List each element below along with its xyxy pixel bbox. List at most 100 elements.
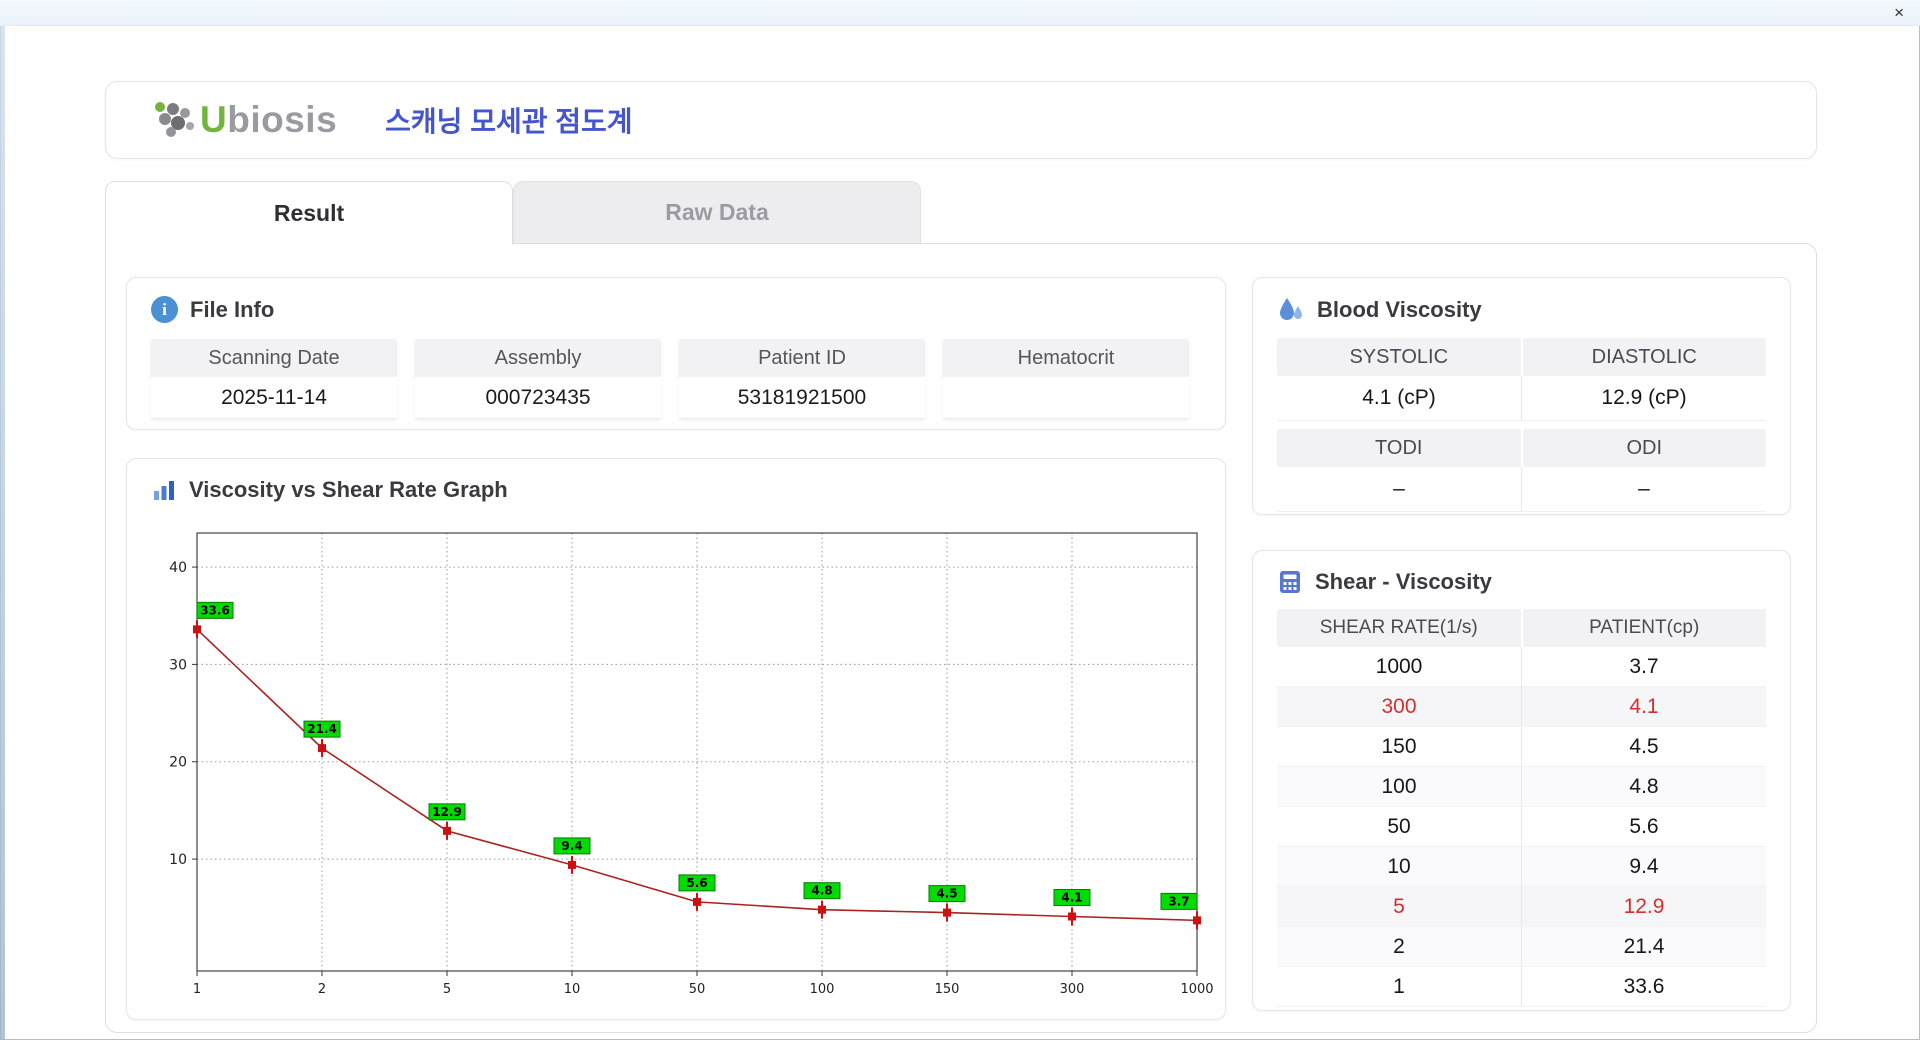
svg-text:3.7: 3.7 — [1168, 894, 1189, 908]
field-label: Hematocrit — [943, 339, 1189, 377]
shear-viscosity-card: Shear - Viscosity SHEAR RATE(1/s) PATIEN… — [1252, 550, 1791, 1011]
patient-viscosity-value: 9.4 — [1521, 847, 1766, 886]
blood-viscosity-table: SYSTOLIC DIASTOLIC 4.1 (cP) 12.9 (cP) TO… — [1277, 338, 1766, 512]
svg-text:5.6: 5.6 — [686, 876, 707, 890]
tab-raw-data[interactable]: Raw Data — [513, 181, 921, 243]
window-titlebar: × — [0, 0, 1920, 26]
diastolic-value: 12.9 (cP) — [1521, 376, 1766, 420]
patient-viscosity-value: 4.8 — [1521, 767, 1766, 806]
systolic-value: 4.1 (cP) — [1362, 386, 1436, 409]
ubiosis-logo: Ubiosis — [150, 99, 337, 141]
patient-viscosity-value: 4.5 — [1521, 727, 1766, 766]
odi-value: – — [1521, 467, 1766, 511]
file-info-title: File Info — [190, 296, 275, 322]
todi-value: – — [1393, 477, 1405, 500]
field-label: Scanning Date — [151, 339, 397, 377]
shear-rate-column-header: SHEAR RATE(1/s) — [1277, 609, 1521, 647]
svg-text:9.4: 9.4 — [561, 839, 582, 853]
shear-rate-value: 10 — [1387, 854, 1411, 878]
shear-rate-value: 2 — [1393, 934, 1405, 958]
logo-text-u: U — [200, 99, 228, 140]
svg-text:150: 150 — [935, 982, 960, 997]
tab-result[interactable]: Result — [105, 181, 513, 245]
bar-chart-icon — [154, 481, 174, 500]
svg-text:5: 5 — [443, 982, 451, 997]
shear-viscosity-row: 10 9.4 — [1277, 847, 1766, 887]
info-icon: i — [151, 296, 178, 323]
field-scanning-date: Scanning Date 2025-11-14 — [151, 339, 397, 419]
logo-text: Ubiosis — [200, 99, 337, 141]
odi-header: ODI — [1522, 429, 1766, 467]
svg-text:2: 2 — [318, 982, 326, 997]
svg-text:30: 30 — [169, 657, 187, 673]
systolic-header: SYSTOLIC — [1277, 338, 1521, 376]
app-title: 스캐닝 모세관 점도계 — [385, 106, 633, 137]
svg-text:10: 10 — [169, 852, 187, 868]
shear-viscosity-row: 100 4.8 — [1277, 767, 1766, 807]
tab-bar: Result Raw Data — [105, 181, 921, 245]
shear-viscosity-title: Shear - Viscosity — [1315, 569, 1492, 594]
svg-text:4.5: 4.5 — [936, 887, 957, 901]
patient-viscosity-value: 33.6 — [1521, 967, 1766, 1006]
svg-text:300: 300 — [1060, 982, 1085, 997]
ubiosis-logo-icon — [155, 102, 194, 137]
droplet-icon — [1280, 298, 1302, 320]
shear-viscosity-row: 150 4.5 — [1277, 727, 1766, 767]
shear-viscosity-table: SHEAR RATE(1/s) PATIENT(cp) 1000 3.7 300 4.… — [1277, 609, 1766, 1007]
field-value: 2025-11-14 — [151, 377, 397, 419]
svg-text:40: 40 — [169, 560, 187, 576]
shear-viscosity-row: 50 5.6 — [1277, 807, 1766, 847]
todi-header: TODI — [1277, 429, 1521, 467]
patient-viscosity-value: 3.7 — [1521, 647, 1766, 686]
field-label: Assembly — [415, 339, 661, 377]
svg-text:100: 100 — [810, 982, 835, 997]
shear-viscosity-row: 1 33.6 — [1277, 967, 1766, 1007]
svg-text:20: 20 — [169, 755, 187, 771]
app-header: Ubiosis 스캐닝 모세관 점도계 — [105, 81, 1817, 159]
field-value — [943, 377, 1189, 419]
graph-title: Viscosity vs Shear Rate Graph — [189, 477, 508, 502]
blood-viscosity-card: Blood Viscosity SYSTOLIC DIASTOLIC 4.1 (… — [1252, 277, 1791, 515]
field-patient-id: Patient ID 53181921500 — [679, 339, 925, 419]
shear-viscosity-row: 300 4.1 — [1277, 687, 1766, 727]
file-info-fields: Scanning Date 2025-11-14 Assembly 000723… — [127, 323, 1225, 419]
shear-rate-value: 100 — [1381, 774, 1417, 798]
field-label: Patient ID — [679, 339, 925, 377]
shear-viscosity-rows: 1000 3.7 300 4.1 150 4.5 100 4.8 50 5.6 10 9.4 5 12.9… — [1277, 647, 1766, 1007]
patient-viscosity-value: 5.6 — [1521, 807, 1766, 846]
shear-viscosity-row: 2 21.4 — [1277, 927, 1766, 967]
svg-text:12.9: 12.9 — [432, 805, 462, 819]
logo-text-rest: biosis — [227, 99, 338, 140]
close-icon[interactable]: × — [1890, 3, 1908, 23]
svg-text:4.1: 4.1 — [1061, 890, 1082, 904]
content-panel: i File Info Scanning Date 2025-11-14 Ass… — [105, 243, 1817, 1033]
patient-viscosity-value: 12.9 — [1521, 887, 1766, 926]
blood-viscosity-title: Blood Viscosity — [1317, 297, 1482, 322]
patient-viscosity-value: 4.1 — [1521, 687, 1766, 726]
svg-text:4.8: 4.8 — [811, 884, 832, 898]
graph-card: Viscosity vs Shear Rate Graph 10 20 30 40 1 2… — [126, 458, 1226, 1020]
patient-column-header: PATIENT(cp) — [1522, 609, 1766, 647]
window-edge-strip — [0, 0, 5, 1040]
svg-text:1000: 1000 — [1180, 982, 1213, 997]
shear-rate-value: 50 — [1387, 814, 1411, 838]
shear-rate-value: 150 — [1381, 734, 1417, 758]
patient-viscosity-value: 21.4 — [1521, 927, 1766, 966]
field-hematocrit: Hematocrit — [943, 339, 1189, 419]
svg-text:21.4: 21.4 — [307, 722, 337, 736]
field-value: 53181921500 — [679, 377, 925, 419]
field-assembly: Assembly 000723435 — [415, 339, 661, 419]
svg-text:50: 50 — [689, 982, 706, 997]
field-value: 000723435 — [415, 377, 661, 419]
calculator-icon — [1280, 571, 1300, 593]
shear-viscosity-row: 1000 3.7 — [1277, 647, 1766, 687]
shear-rate-value: 1000 — [1375, 654, 1423, 678]
shear-rate-value: 300 — [1381, 694, 1417, 718]
svg-text:10: 10 — [564, 982, 581, 997]
svg-text:33.6: 33.6 — [200, 603, 230, 617]
viscosity-chart: 10 20 30 40 1 2 5 10 50 100 150 300 1000 33.6 21.4 12.9… — [169, 532, 1214, 997]
svg-text:1: 1 — [193, 982, 201, 997]
shear-rate-value: 1 — [1393, 974, 1405, 998]
shear-rate-value: 5 — [1393, 894, 1405, 918]
diastolic-header: DIASTOLIC — [1522, 338, 1766, 376]
